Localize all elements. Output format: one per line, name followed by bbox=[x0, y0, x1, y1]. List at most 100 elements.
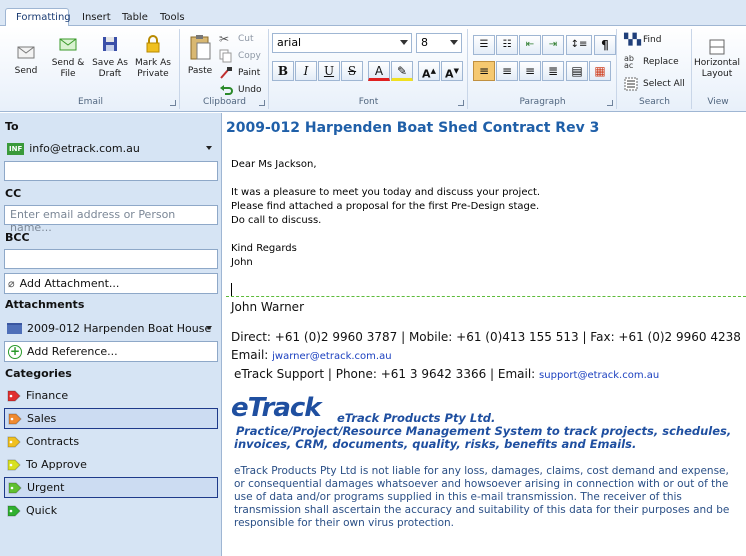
decrease-indent-button[interactable]: ⇤ bbox=[519, 35, 541, 55]
line-spacing-icon: ↕≡ bbox=[570, 39, 588, 50]
horizontal-layout-button[interactable]: Horizontal Layout bbox=[693, 39, 741, 80]
increase-indent-button[interactable]: ⇥ bbox=[542, 35, 564, 55]
signature-email-line: Email: jwarner@etrack.com.au bbox=[231, 348, 392, 362]
email-group: Send Send & File Save As Draft Mark As P… bbox=[2, 29, 180, 109]
align-left-button[interactable]: ≡ bbox=[473, 61, 495, 81]
font-group-launcher[interactable] bbox=[458, 100, 464, 106]
chevron-down-icon[interactable] bbox=[206, 146, 212, 150]
copy-button[interactable]: Copy bbox=[219, 49, 261, 63]
to-input[interactable] bbox=[4, 161, 218, 181]
undo-button[interactable]: Undo bbox=[219, 83, 262, 97]
replace-button[interactable]: ab ac Replace bbox=[624, 55, 679, 70]
copy-icon bbox=[219, 49, 235, 63]
align-right-button[interactable]: ≡ bbox=[519, 61, 541, 81]
body-closing[interactable]: Kind Regards bbox=[231, 242, 297, 256]
category-item[interactable]: Quick bbox=[4, 500, 218, 521]
select-all-button[interactable]: Select All bbox=[624, 77, 685, 91]
tag-icon bbox=[7, 436, 21, 448]
show-formatting-button[interactable]: ¶ bbox=[594, 35, 616, 55]
tag-icon bbox=[7, 505, 21, 517]
cut-button[interactable]: ✂ Cut bbox=[219, 32, 254, 46]
paragraph-group: ☰ ☷ ⇤ ⇥ ↕≡ ¶ ≡ ≡ ≡ ≣ ▤ ▦ Paragraph bbox=[469, 29, 617, 109]
body-signoff[interactable]: John bbox=[231, 256, 253, 270]
chevron-down-icon[interactable] bbox=[206, 326, 212, 330]
highlighter-icon: ✎ bbox=[396, 64, 408, 78]
to-recipient[interactable]: INF info@etrack.com.au bbox=[4, 138, 218, 159]
find-button[interactable]: ▚▚ Find bbox=[624, 33, 661, 47]
numbered-list-button[interactable]: ☷ bbox=[496, 35, 518, 55]
category-item[interactable]: Contracts bbox=[4, 431, 218, 452]
attachments-label: Attachments bbox=[5, 298, 85, 311]
category-item[interactable]: Urgent bbox=[4, 477, 218, 498]
category-item[interactable]: Finance bbox=[4, 385, 218, 406]
email-group-launcher[interactable] bbox=[170, 100, 176, 106]
align-left-icon: ≡ bbox=[478, 64, 490, 78]
attachment-item[interactable]: 2009-012 Harpenden Boat House bbox=[4, 318, 218, 339]
tab-tools[interactable]: Tools bbox=[150, 9, 190, 27]
undo-icon bbox=[219, 83, 235, 97]
strikethrough-button[interactable]: S bbox=[341, 61, 363, 81]
categories-label: Categories bbox=[5, 367, 72, 380]
justify-button[interactable]: ≣ bbox=[542, 61, 564, 81]
view-group: Horizontal Layout View bbox=[693, 29, 743, 109]
send-and-file-button[interactable]: Send & File bbox=[48, 33, 88, 80]
shrink-font-button[interactable]: A▼ bbox=[441, 61, 463, 81]
paste-button[interactable]: Paste bbox=[185, 33, 215, 77]
send-button[interactable]: Send bbox=[8, 41, 44, 77]
ribbon: Send Send & File Save As Draft Mark As P… bbox=[0, 26, 746, 112]
font-group: arial 8 B I U S A ✎ A▲ A▼ Font bbox=[270, 29, 468, 109]
font-size-select[interactable]: 8 bbox=[416, 33, 462, 53]
text-cursor bbox=[231, 283, 232, 296]
body-line[interactable]: It was a pleasure to meet you today and … bbox=[231, 186, 540, 200]
bcc-input[interactable] bbox=[4, 249, 218, 269]
clipboard-group: Paste ✂ Cut Copy Paint Undo Clipboard bbox=[181, 29, 269, 109]
tab-table[interactable]: Table bbox=[112, 9, 150, 27]
add-attachment-button[interactable]: ⌀ Add Attachment... bbox=[4, 273, 218, 294]
bullet-list-button[interactable]: ☰ bbox=[473, 35, 495, 55]
category-item[interactable]: Sales bbox=[4, 408, 218, 429]
borders-icon: ▤ bbox=[571, 64, 583, 78]
paint-format-button[interactable]: Paint bbox=[219, 66, 260, 80]
category-label: Finance bbox=[26, 389, 69, 402]
chevron-down-icon bbox=[450, 40, 458, 45]
font-color-button[interactable]: A bbox=[368, 61, 390, 81]
signature-email-link[interactable]: jwarner@etrack.com.au bbox=[272, 351, 391, 362]
italic-button[interactable]: I bbox=[295, 61, 317, 81]
highlight-button[interactable]: ✎ bbox=[391, 61, 413, 81]
message-area: 2009-012 Harpenden Boat Shed Contract Re… bbox=[226, 113, 746, 556]
align-center-button[interactable]: ≡ bbox=[496, 61, 518, 81]
shading-button[interactable]: ▦ bbox=[589, 61, 611, 81]
shading-icon: ▦ bbox=[594, 64, 606, 78]
numbered-list-icon: ☷ bbox=[502, 39, 512, 50]
message-subject[interactable]: 2009-012 Harpenden Boat Shed Contract Re… bbox=[226, 120, 599, 136]
save-as-draft-button[interactable]: Save As Draft bbox=[90, 33, 130, 80]
body-line[interactable]: Please find attached a proposal for the … bbox=[231, 200, 539, 214]
view-group-label: View bbox=[707, 97, 729, 107]
mark-as-private-button[interactable]: Mark As Private bbox=[132, 33, 174, 80]
signature-name: John Warner bbox=[231, 300, 305, 314]
category-item[interactable]: To Approve bbox=[4, 454, 218, 475]
add-reference-button[interactable]: + Add Reference... bbox=[4, 341, 218, 362]
signature-contact: Direct: +61 (0)2 9960 3787 | Mobile: +61… bbox=[231, 330, 746, 344]
font-color-icon: A bbox=[374, 64, 384, 78]
ribbon-tab-strip: Formatting Insert Table Tools bbox=[0, 0, 746, 27]
line-spacing-button[interactable]: ↕≡ bbox=[566, 35, 592, 55]
etrack-logo: eTrack bbox=[231, 393, 322, 423]
clipboard-group-launcher[interactable] bbox=[259, 100, 265, 106]
tab-formatting[interactable]: Formatting bbox=[5, 8, 71, 27]
cc-input[interactable]: Enter email address or Person name... bbox=[4, 205, 218, 234]
bold-button[interactable]: B bbox=[272, 61, 294, 81]
body-greeting[interactable]: Dear Ms Jackson, bbox=[231, 158, 317, 172]
borders-button[interactable]: ▤ bbox=[566, 61, 588, 81]
pilcrow-icon: ¶ bbox=[601, 38, 609, 52]
grow-font-button[interactable]: A▲ bbox=[418, 61, 440, 81]
chevron-down-icon bbox=[400, 40, 408, 45]
category-label: Urgent bbox=[27, 481, 65, 494]
font-family-select[interactable]: arial bbox=[272, 33, 412, 53]
support-email-link[interactable]: support@etrack.com.au bbox=[539, 370, 659, 381]
underline-button[interactable]: U bbox=[318, 61, 340, 81]
body-line[interactable]: Do call to discuss. bbox=[231, 214, 321, 228]
paragraph-group-launcher[interactable] bbox=[607, 100, 613, 106]
send-file-icon bbox=[59, 38, 77, 51]
tab-insert[interactable]: Insert bbox=[72, 9, 112, 27]
